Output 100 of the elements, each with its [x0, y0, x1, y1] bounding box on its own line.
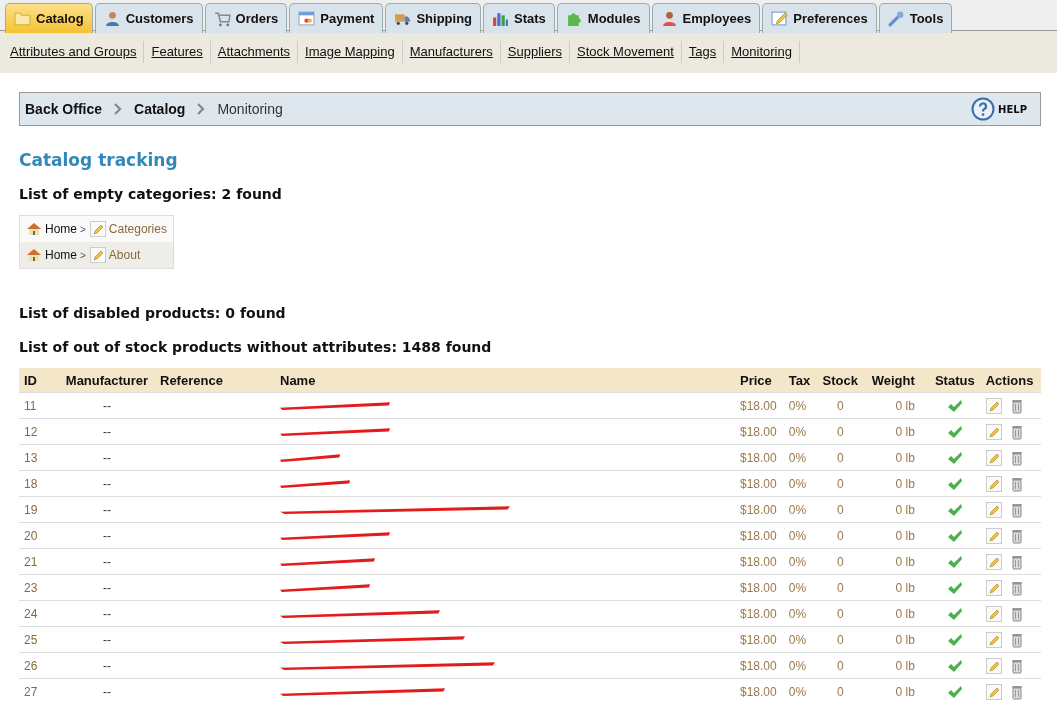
table-cell: 0 lb: [864, 418, 929, 445]
table-cell: 0 lb: [864, 522, 929, 549]
subnav-link[interactable]: Stock Movement: [569, 41, 682, 63]
table-cell: $18.00: [735, 496, 784, 523]
table-cell: --: [59, 652, 155, 679]
nav-tab[interactable]: Shipping: [385, 3, 482, 33]
table-cell: 0%: [783, 496, 817, 523]
table-cell: 0%: [783, 600, 817, 627]
table-cell: $18.00: [735, 418, 784, 445]
table-cell: 0: [816, 392, 864, 419]
table-cell: 18: [19, 470, 59, 497]
chevron-icon: [197, 103, 206, 115]
edit-icon[interactable]: [985, 631, 1002, 648]
home-link[interactable]: Home: [45, 222, 77, 236]
category-link[interactable]: About: [108, 248, 141, 262]
table-cell: 0: [816, 496, 864, 523]
table-cell: 0 lb: [864, 470, 929, 497]
chevron-icon: [114, 103, 123, 115]
subnav-link[interactable]: Tags: [681, 41, 725, 63]
table-cell: 0 lb: [864, 600, 929, 627]
table-cell: 13: [19, 444, 59, 471]
edit-icon[interactable]: [985, 657, 1002, 674]
edit-icon[interactable]: [985, 579, 1002, 596]
breadcrumb-item: Monitoring: [217, 101, 283, 117]
subnav-link[interactable]: Suppliers: [500, 41, 570, 63]
edit-icon[interactable]: [985, 423, 1002, 440]
person-icon: [103, 10, 121, 27]
column-header: Stock: [816, 368, 864, 393]
table-cell: $18.00: [735, 522, 784, 549]
table-cell: $18.00: [735, 652, 784, 679]
column-header: Status: [928, 368, 981, 393]
subnav-link[interactable]: Manufacturers: [402, 41, 501, 63]
table-cell: 0: [816, 600, 864, 627]
subnav-link[interactable]: Attachments: [210, 41, 299, 63]
folder-icon: [14, 10, 31, 27]
table-cell: 0%: [783, 444, 817, 471]
table-cell: $18.00: [735, 392, 784, 419]
table-cell: $18.00: [735, 444, 784, 471]
table-cell: --: [59, 678, 155, 703]
edit-icon[interactable]: [985, 553, 1002, 570]
puzzle-icon: [565, 10, 583, 27]
nav-tab[interactable]: Catalog: [5, 3, 93, 33]
table-cell: 0: [816, 470, 864, 497]
column-header: Name: [275, 368, 735, 393]
table-cell: 0: [816, 522, 864, 549]
help-button[interactable]: HELP: [971, 97, 1027, 121]
nav-tab[interactable]: Preferences: [762, 3, 877, 33]
nav-tab[interactable]: Payment: [289, 3, 384, 33]
category-link[interactable]: Categories: [108, 222, 167, 236]
table-cell: 27: [19, 678, 59, 703]
table-cell: 24: [19, 600, 59, 627]
subnav-link[interactable]: Image Mapping: [298, 41, 403, 63]
subnav-link[interactable]: Monitoring: [724, 41, 800, 63]
edit-icon[interactable]: [985, 501, 1002, 518]
edit-icon[interactable]: [985, 683, 1002, 700]
table-cell: 0 lb: [864, 678, 929, 703]
edit-icon[interactable]: [985, 397, 1002, 414]
table-cell: $18.00: [735, 600, 784, 627]
nav-tab[interactable]: Tools: [878, 3, 953, 33]
table-cell: --: [59, 496, 155, 523]
cart-icon: [213, 10, 231, 27]
table-cell: 0: [816, 574, 864, 601]
table-cell: --: [59, 548, 155, 575]
table-cell: 0%: [783, 392, 817, 419]
breadcrumb-item[interactable]: Back Office: [25, 101, 103, 117]
home-link[interactable]: Home: [45, 248, 77, 262]
edit-icon[interactable]: [985, 605, 1002, 622]
table-cell: --: [59, 626, 155, 653]
table-cell: 0: [816, 626, 864, 653]
table-cell: --: [59, 392, 155, 419]
table-cell: 0 lb: [864, 652, 929, 679]
table-cell: 0 lb: [864, 574, 929, 601]
table-cell: 0%: [783, 470, 817, 497]
table-cell: 19: [19, 496, 59, 523]
table-cell: $18.00: [735, 678, 784, 703]
table-cell: 0%: [783, 652, 817, 679]
table-cell: 0: [816, 444, 864, 471]
column-header: Manufacturer: [59, 368, 155, 393]
help-icon: [971, 97, 996, 121]
table-cell: $18.00: [735, 470, 784, 497]
edit-icon[interactable]: [985, 449, 1002, 466]
table-cell: --: [59, 444, 155, 471]
section-heading: List of disabled products: 0 found: [19, 305, 287, 321]
nav-tab[interactable]: Customers: [94, 3, 203, 33]
subnav-link[interactable]: Features: [144, 41, 211, 63]
table-cell: 11: [19, 392, 59, 419]
subnav-link[interactable]: Attributes and Groups: [3, 41, 145, 63]
edit-icon[interactable]: [985, 475, 1002, 492]
edit-icon[interactable]: [985, 527, 1002, 544]
nav-tab[interactable]: Orders: [204, 3, 288, 33]
table-cell: 26: [19, 652, 59, 679]
nav-tab[interactable]: Stats: [483, 3, 555, 33]
page-title: Catalog tracking: [19, 150, 179, 170]
table-cell: 0%: [783, 678, 817, 703]
pencil-icon: [771, 10, 789, 27]
nav-tab[interactable]: Employees: [651, 3, 761, 33]
section-heading: List of out of stock products without attributes: 1488 found: [19, 339, 493, 355]
nav-tab[interactable]: Modules: [556, 3, 650, 33]
breadcrumb-item[interactable]: Catalog: [134, 101, 186, 117]
table-cell: 0%: [783, 626, 817, 653]
